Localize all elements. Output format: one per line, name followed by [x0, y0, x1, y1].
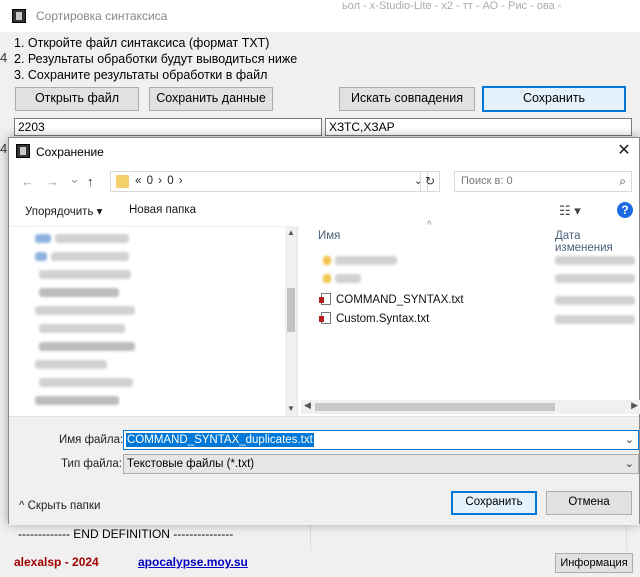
pane-divider[interactable] — [297, 226, 298, 416]
save-button[interactable]: Сохранить — [482, 86, 626, 112]
app-titlebar: Сортировка синтаксиса ьол - x-Studio-Lit… — [0, 0, 640, 32]
list-item[interactable]: COMMAND_SYNTAX.txt — [319, 293, 464, 306]
left-textarea-scrollbar[interactable] — [310, 524, 322, 550]
list-item[interactable]: Custom.Syntax.txt — [319, 312, 430, 325]
file-name-dropdown-icon[interactable]: ⌄ — [625, 433, 634, 446]
dialog-title: Сохранение — [36, 145, 104, 159]
nav-item-blurred[interactable] — [39, 342, 135, 351]
up-arrow-icon[interactable]: ↑ — [87, 174, 94, 189]
recent-locations-icon[interactable]: ⌄ — [69, 171, 80, 187]
nav-item-blurred[interactable] — [35, 234, 51, 243]
file-name-field[interactable]: COMMAND_SYNTAX_duplicates.txt ⌄ — [123, 430, 639, 450]
dialog-save-button[interactable]: Сохранить — [451, 491, 537, 515]
nav-item-blurred[interactable] — [39, 324, 125, 333]
scroll-up-icon[interactable]: ▲ — [287, 228, 295, 237]
close-icon[interactable]: ✕ — [609, 138, 639, 166]
right-result-field[interactable]: XЗТС,XЗАР — [325, 118, 632, 136]
nav-item-blurred[interactable] — [35, 306, 135, 315]
file-name: COMMAND_SYNTAX.txt — [336, 294, 464, 306]
right-textarea-scrollbar[interactable] — [626, 524, 638, 550]
file-type-label: Тип файла: — [61, 458, 122, 470]
file-list[interactable]: ^ Имя Дата изменения COMMAND_SYNTAX.txt … — [301, 220, 640, 416]
date-blurred — [555, 274, 635, 283]
instruction-1: 1. Откройте файл синтаксиса (формат TXT) — [14, 36, 270, 50]
breadcrumb[interactable]: « 0 › 0 › — [135, 175, 184, 187]
instructions: 1. Откройте файл синтаксиса (формат TXT)… — [14, 35, 297, 83]
file-name-label: Имя файла: — [59, 434, 124, 446]
search-input[interactable]: Поиск в: 0 ⌕ — [454, 171, 632, 192]
file-name: Custom.Syntax.txt — [336, 313, 430, 325]
dialog-app-icon — [16, 144, 30, 158]
forward-arrow-icon[interactable]: → — [46, 174, 59, 189]
dialog-toolbar: Упорядочить ▾ Новая папка ☷ ▾ ? — [9, 199, 639, 223]
folder-icon — [323, 274, 331, 283]
organize-menu[interactable]: Упорядочить ▾ — [25, 204, 102, 218]
scroll-down-icon[interactable]: ▼ — [287, 404, 295, 413]
open-file-button[interactable]: Открыть файл — [15, 87, 139, 111]
address-bar[interactable]: « 0 › 0 › ⌄ — [110, 171, 428, 192]
website-link[interactable]: apocalypse.moy.su — [138, 555, 248, 569]
column-name[interactable]: Имя — [318, 230, 340, 242]
app-title: Сортировка синтаксиса — [36, 9, 168, 23]
nav-item-blurred[interactable] — [51, 252, 129, 261]
side-digit-mid: 4 — [0, 141, 8, 156]
file-type-dropdown-icon[interactable]: ⌄ — [625, 455, 634, 473]
hide-folders-toggle[interactable]: ^ Скрыть папки — [19, 500, 100, 512]
back-arrow-icon[interactable]: ← — [21, 174, 34, 189]
scroll-thumb[interactable] — [287, 288, 295, 332]
file-list-horizontal-scrollbar[interactable]: ◀ ▶ — [301, 400, 640, 414]
refresh-icon[interactable]: ↻ — [420, 171, 440, 192]
chevron-up-icon: ^ — [19, 500, 25, 512]
nav-item-blurred[interactable] — [39, 270, 131, 279]
search-icon: ⌕ — [619, 174, 626, 188]
scroll-thumb[interactable] — [315, 403, 555, 411]
sort-caret-icon: ^ — [427, 220, 432, 231]
info-button[interactable]: Информация — [555, 553, 633, 573]
folder-icon — [323, 256, 331, 265]
navigation-pane-scrollbar[interactable]: ▲ ▼ — [285, 226, 297, 416]
hide-folders-label: Скрыть папки — [27, 500, 101, 512]
left-result-field[interactable]: 2203 — [14, 118, 322, 136]
nav-item-blurred[interactable] — [35, 252, 47, 261]
list-item-blurred[interactable] — [335, 256, 397, 265]
file-name-value[interactable]: COMMAND_SYNTAX_duplicates.txt — [126, 433, 314, 447]
folder-icon — [116, 175, 129, 188]
end-definition-line: ------------- END DEFINITION -----------… — [18, 527, 234, 541]
navigation-bar: ← → ⌄ ↑ « 0 › 0 › ⌄ ↻ Поиск в: 0 ⌕ — [9, 168, 639, 196]
scroll-left-icon[interactable]: ◀ — [304, 400, 311, 411]
date-blurred — [555, 256, 635, 265]
find-matches-button[interactable]: Искать совпадения — [339, 87, 475, 111]
text-file-icon — [319, 293, 331, 305]
column-date-modified[interactable]: Дата изменения — [555, 230, 640, 254]
app-icon — [12, 9, 26, 23]
save-dialog: Сохранение ✕ ← → ⌄ ↑ « 0 › 0 › ⌄ ↻ Поиск… — [8, 137, 640, 525]
save-data-button[interactable]: Сохранить данные — [149, 87, 273, 111]
new-folder-button[interactable]: Новая папка — [129, 204, 196, 216]
author-label: alexalsp - 2024 — [14, 555, 99, 569]
file-type-select[interactable]: Текстовые файлы (*.txt) ⌄ — [123, 454, 639, 474]
dialog-footer: Имя файла: COMMAND_SYNTAX_duplicates.txt… — [9, 416, 639, 525]
date-blurred — [555, 296, 635, 305]
nav-item-blurred[interactable] — [55, 234, 129, 243]
instruction-3: 3. Сохраните результаты обработки в файл — [14, 68, 268, 82]
side-digit-top: 4 — [0, 50, 8, 65]
instruction-2: 2. Результаты обработки будут выводиться… — [14, 52, 298, 66]
list-item-blurred[interactable] — [335, 274, 361, 283]
dialog-titlebar: Сохранение ✕ — [9, 138, 639, 166]
dialog-cancel-button[interactable]: Отмена — [546, 491, 632, 515]
nav-item-blurred[interactable] — [39, 378, 133, 387]
view-options-icon[interactable]: ☷ ▾ — [559, 203, 581, 219]
text-file-icon — [319, 312, 331, 324]
search-placeholder: Поиск в: 0 — [461, 175, 513, 187]
date-blurred — [555, 315, 635, 324]
help-icon[interactable]: ? — [617, 202, 633, 218]
nav-item-blurred[interactable] — [39, 288, 119, 297]
scroll-right-icon[interactable]: ▶ — [631, 400, 638, 411]
navigation-pane[interactable] — [9, 226, 297, 416]
nav-item-blurred[interactable] — [35, 360, 107, 369]
background-window-strip: ьол - x-Studio-Lite - х2 - тт - АО - Рис… — [342, 0, 562, 12]
file-type-value: Текстовые файлы (*.txt) — [127, 458, 255, 470]
nav-item-blurred[interactable] — [35, 396, 119, 405]
